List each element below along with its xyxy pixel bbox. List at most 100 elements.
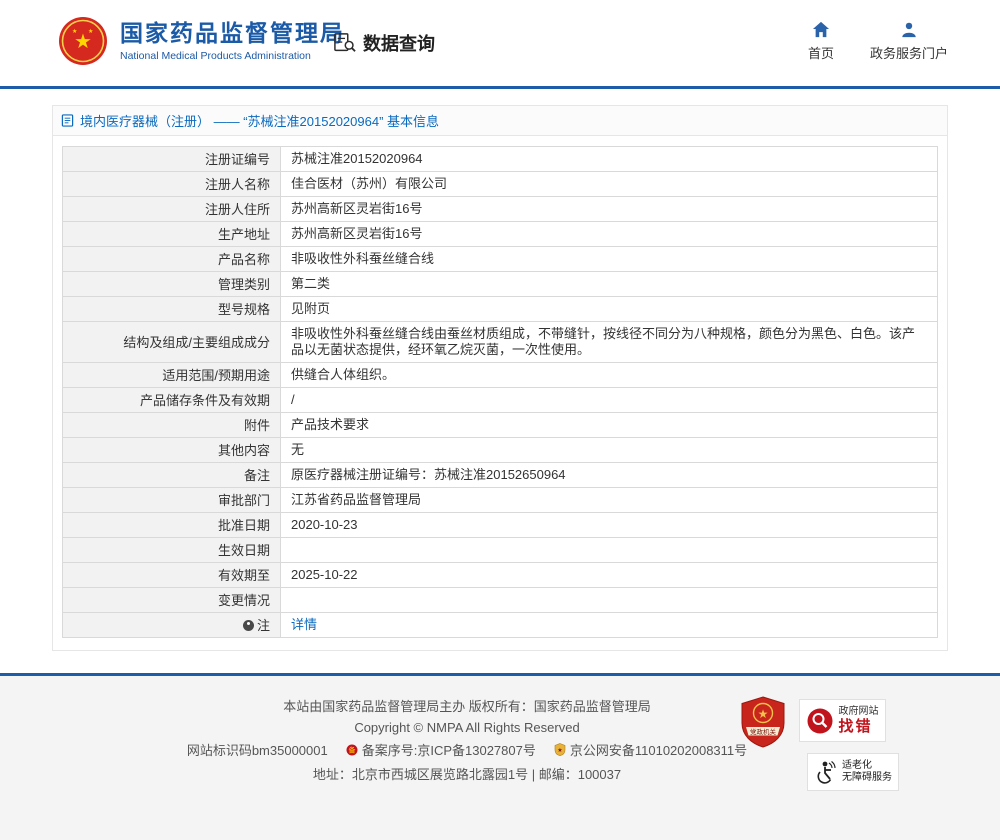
row-value: 无 xyxy=(280,437,938,463)
footer-icp: 备案序号:京ICP备13027807号 xyxy=(361,743,536,758)
row-label: 生产地址 xyxy=(62,221,281,247)
home-icon xyxy=(812,21,830,38)
footer-address: 地址：北京市西城区展览路北露园1号 | 邮编：100037 xyxy=(312,767,622,782)
nmpa-logo[interactable]: ★ ★ ★ 国家药品监督管理局 National Medical Product… xyxy=(58,16,345,66)
table-row: 型号规格 见附页 xyxy=(62,296,938,322)
content-box: 境内医疗器械（注册） —— “苏械注准20152020964” 基本信息 注册证… xyxy=(52,105,948,651)
table-row: 备注 原医疗器械注册证编号：苏械注准20152650964 xyxy=(62,462,938,488)
row-label-text: 产品储存条件及有效期 xyxy=(139,392,270,408)
main-content: 境内医疗器械（注册） —— “苏械注准20152020964” 基本信息 注册证… xyxy=(0,89,1000,651)
row-label: 产品储存条件及有效期 xyxy=(62,387,281,413)
svg-text:★: ★ xyxy=(72,28,77,35)
row-label: 备注 xyxy=(62,462,281,488)
table-row: 生效日期 xyxy=(62,537,938,563)
table-row: 管理类别 第二类 xyxy=(62,271,938,297)
registration-table: 注册证编号 苏械注准20152020964 注册人名称 佳合医材（苏州）有限公司… xyxy=(62,146,938,638)
row-value: 详情 xyxy=(280,612,938,638)
user-icon xyxy=(902,22,916,38)
row-value: / xyxy=(280,387,938,413)
row-label: 注册人住所 xyxy=(62,196,281,222)
error-report-badge-text: 政府网站 找错 xyxy=(839,706,879,735)
icp-badge-icon: 备 xyxy=(346,744,358,755)
svg-text:★: ★ xyxy=(758,707,769,721)
org-name-cn: 国家药品监督管理局 xyxy=(120,20,345,47)
row-label: 注 xyxy=(62,612,281,638)
data-query-label: 数据查询 xyxy=(363,34,435,54)
table-row: 结构及组成/主要组成成分 非吸收性外科蚕丝缝合线由蚕丝材质组成，不带缝针，按线径… xyxy=(62,321,938,363)
table-row: 变更情况 xyxy=(62,587,938,613)
row-value: 原医疗器械注册证编号：苏械注准20152650964 xyxy=(280,462,938,488)
row-value xyxy=(280,537,938,563)
table-row: 批准日期 2020-10-23 xyxy=(62,512,938,538)
row-value: 2020-10-23 xyxy=(280,512,938,538)
accessibility-badge[interactable]: 适老化 无障碍服务 xyxy=(807,753,899,791)
footer-host-line: 本站由国家药品监督管理局主办 版权所有：国家药品监督管理局 xyxy=(283,699,651,714)
government-agency-badge[interactable]: ★ 党政机关 xyxy=(740,696,786,748)
row-value: 供缝合人体组织。 xyxy=(280,362,938,388)
error-report-badge-top: 政府网站 xyxy=(838,706,879,718)
row-label: 注册证编号 xyxy=(62,146,281,172)
breadcrumb: 境内医疗器械（注册） —— “苏械注准20152020964” 基本信息 xyxy=(53,106,947,136)
row-value: 2025-10-22 xyxy=(280,562,938,588)
table-row: 注 详情 xyxy=(62,612,938,638)
table-row: 注册证编号 苏械注准20152020964 xyxy=(62,146,938,172)
table-row: 适用范围/预期用途 供缝合人体组织。 xyxy=(62,362,938,388)
table-row: 产品名称 非吸收性外科蚕丝缝合线 xyxy=(62,246,938,272)
row-label: 适用范围/预期用途 xyxy=(62,362,281,388)
footer-police: 京公网安备11010202008311号 xyxy=(569,743,748,758)
note-icon xyxy=(242,619,254,631)
row-label-text: 注册人住所 xyxy=(204,201,270,217)
government-agency-badge-label: 党政机关 xyxy=(750,727,777,736)
row-value: 产品技术要求 xyxy=(280,412,938,438)
table-row: 产品储存条件及有效期 / xyxy=(62,387,938,413)
row-label: 变更情况 xyxy=(62,587,281,613)
row-label: 产品名称 xyxy=(62,246,281,272)
row-label-text: 注 xyxy=(256,617,270,633)
page-header: ★ ★ ★ 国家药品监督管理局 National Medical Product… xyxy=(0,0,1000,86)
table-row: 注册人名称 佳合医材（苏州）有限公司 xyxy=(62,171,938,197)
row-value: 非吸收性外科蚕丝缝合线由蚕丝材质组成，不带缝针，按线径不同分为八种规格，颜色分为… xyxy=(280,321,938,363)
accessibility-badge-line2: 无障碍服务 xyxy=(842,772,892,783)
table-row: 其他内容 无 xyxy=(62,437,938,463)
row-value: 见附页 xyxy=(280,296,938,322)
svg-text:★: ★ xyxy=(88,28,93,35)
row-label: 其他内容 xyxy=(62,437,281,463)
row-label-text: 有效期至 xyxy=(217,567,270,583)
police-badge-icon: ★ xyxy=(554,743,566,756)
nav-home[interactable]: 首页 xyxy=(808,21,834,62)
row-value: 佳合医材（苏州）有限公司 xyxy=(280,171,938,197)
row-label-text: 产品名称 xyxy=(217,251,270,267)
table-row: 生产地址 苏州高新区灵岩街16号 xyxy=(62,221,938,247)
row-label: 管理类别 xyxy=(62,271,281,297)
row-label-text: 批准日期 xyxy=(217,517,270,533)
row-label: 附件 xyxy=(62,412,281,438)
row-label-text: 型号规格 xyxy=(217,301,270,317)
row-label-text: 备注 xyxy=(243,467,270,483)
row-label: 有效期至 xyxy=(62,562,281,588)
error-report-magnifier-icon xyxy=(807,708,832,733)
logo-text: 国家药品监督管理局 National Medical Products Admi… xyxy=(120,20,345,62)
row-label-text: 管理类别 xyxy=(217,276,270,292)
org-name-en: National Medical Products Administration xyxy=(120,49,311,62)
footer-site-code: 网站标识码bm35000001 xyxy=(186,743,328,758)
page-footer: 本站由国家药品监督管理局主办 版权所有：国家药品监督管理局 Copyright … xyxy=(0,676,1000,840)
row-label-text: 注册人名称 xyxy=(204,176,270,192)
row-label: 批准日期 xyxy=(62,512,281,538)
row-label-text: 注册证编号 xyxy=(204,151,270,167)
row-label: 生效日期 xyxy=(62,537,281,563)
detail-link[interactable]: 详情 xyxy=(291,617,317,632)
data-query-nav[interactable]: 数据查询 xyxy=(333,30,435,56)
table-row: 注册人住所 苏州高新区灵岩街16号 xyxy=(62,196,938,222)
row-label-text: 适用范围/预期用途 xyxy=(162,367,270,383)
row-value: 苏州高新区灵岩街16号 xyxy=(280,221,938,247)
top-nav: 首页 政务服务门户 xyxy=(808,21,948,62)
row-label: 型号规格 xyxy=(62,296,281,322)
row-label-text: 生产地址 xyxy=(217,226,270,242)
svg-text:★: ★ xyxy=(557,747,562,754)
nav-gov-portal[interactable]: 政务服务门户 xyxy=(870,21,948,62)
site-error-report-badge[interactable]: 政府网站 找错 xyxy=(799,699,886,742)
accessibility-badge-text: 适老化 无障碍服务 xyxy=(842,760,892,785)
row-label: 结构及组成/主要组成成分 xyxy=(62,321,281,363)
row-label-text: 其他内容 xyxy=(217,442,270,458)
accessibility-icon xyxy=(817,761,836,784)
